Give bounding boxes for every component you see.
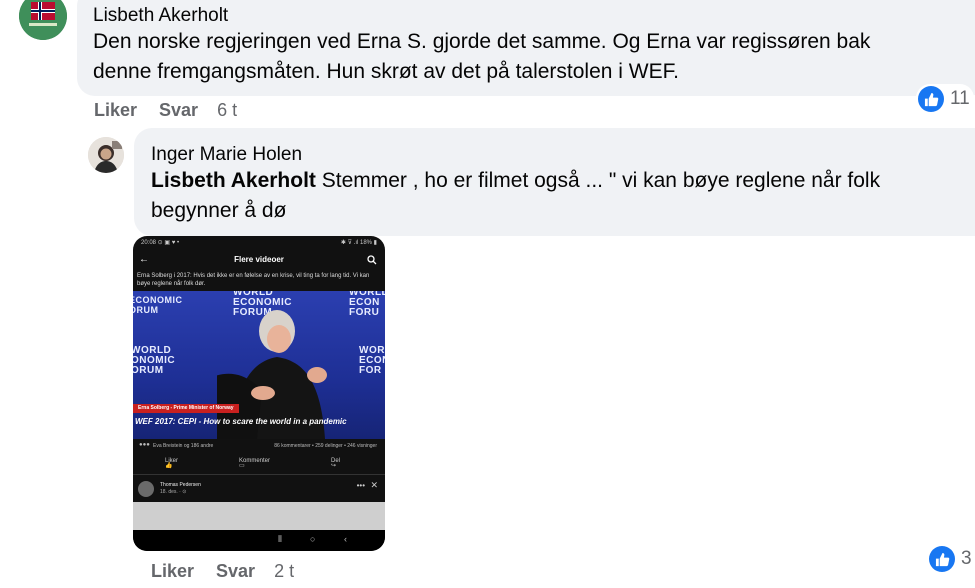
reply-bubble-inger: Inger Marie Holen Lisbeth Akerholt Stemm…	[134, 128, 975, 236]
post-stats: ●●● Eva Breistein og 186 andre 86 kommen…	[137, 441, 381, 453]
recents-icon[interactable]: ⦀	[278, 534, 282, 545]
attached-screenshot[interactable]: 20:08 ⊙ ▣ ♥ • ✱ ⊽ .ıl 18% ▮ ← Flere vide…	[133, 236, 385, 551]
commenter-avatar	[138, 481, 154, 497]
norway-flag-avatar-icon	[19, 0, 67, 40]
more-options-icon[interactable]: •••	[357, 481, 365, 490]
search-icon	[367, 255, 377, 265]
thumb-icon: 👍	[165, 463, 173, 469]
comment-actions: Liker Svar 6 t	[94, 100, 237, 121]
back-icon[interactable]: ‹	[344, 534, 347, 544]
reply-author[interactable]: Inger Marie Holen	[151, 144, 302, 166]
commenter-time: 18. des. · ⊙	[160, 489, 187, 495]
reply-reply-button[interactable]: Svar	[216, 561, 255, 582]
like-icon	[918, 86, 944, 112]
phone-like-button[interactable]: 👍 Liker	[165, 458, 178, 469]
comment-time[interactable]: 6 t	[217, 100, 237, 121]
phone-caption: Erna Solberg i 2017: Hvis det ikke er en…	[137, 273, 370, 287]
wef-logo-left: ECONOMICORUM	[133, 295, 183, 315]
phone-header: ← Flere videoer	[133, 250, 385, 270]
stats-left: Eva Breistein og 186 andre	[153, 443, 214, 449]
reaction-count: 11	[950, 88, 970, 109]
avatar-lisbeth[interactable]	[19, 0, 67, 40]
phone-share-button[interactable]: ↪ Del	[331, 458, 340, 469]
reply-time[interactable]: 2 t	[274, 561, 294, 582]
like-button[interactable]: Liker	[94, 100, 137, 121]
reaction-summary[interactable]: 11	[916, 84, 974, 114]
reply-actions: Liker Svar 2 t	[151, 561, 294, 582]
status-left: 20:08 ⊙ ▣ ♥ •	[141, 240, 180, 246]
lower-third-title: WEF 2017: CEPI - How to scare the world …	[135, 417, 347, 426]
close-icon[interactable]: ✕	[370, 480, 378, 491]
phone-status-bar: 20:08 ⊙ ▣ ♥ • ✱ ⊽ .ıl 18% ▮	[133, 236, 385, 248]
post-actions: 👍 Liker ▭ Kommenter ↪ Del	[133, 454, 385, 472]
reply-button[interactable]: Svar	[159, 100, 198, 121]
status-right: ✱ ⊽ .ıl 18% ▮	[340, 240, 377, 246]
stats-right: 86 kommentarer • 259 delinger • 246 visn…	[274, 443, 377, 449]
phone-comment-row: Thomas Pedersen 18. des. · ⊙ ••• ✕	[133, 477, 385, 501]
comment-bubble-lisbeth: Lisbeth Akerholt Den norske regjeringen …	[77, 0, 975, 96]
comment-text: Den norske regjeringen ved Erna S. gjord…	[93, 30, 871, 83]
lower-third-name: Erna Solberg - Prime Minister of Norway	[133, 404, 239, 413]
reaction-emojis-icon: ●●●	[139, 442, 150, 448]
back-arrow-icon: ←	[139, 254, 149, 265]
wef-logo-right-2: WORECONFOR	[359, 345, 385, 376]
android-nav-bar: ⦀ ○ ‹	[133, 530, 385, 551]
share-icon: ↪	[331, 463, 337, 469]
reply-like-button[interactable]: Liker	[151, 561, 194, 582]
video-frame[interactable]: ECONOMICORUM WORLDECONOMICFORUM WORLDECO…	[133, 291, 385, 439]
profile-photo-icon	[88, 137, 124, 173]
wef-logo-left-2: WORLD ONOMIC ORUM	[133, 345, 176, 376]
home-icon[interactable]: ○	[310, 534, 315, 544]
divider	[133, 474, 385, 475]
avatar-inger[interactable]	[88, 137, 124, 173]
phone-comment-button[interactable]: ▭ Kommenter	[239, 458, 270, 469]
reply-reaction-count: 3	[961, 548, 972, 569]
like-icon	[929, 546, 955, 572]
comment-icon: ▭	[239, 463, 245, 469]
phone-header-title: Flere videoer	[234, 255, 284, 264]
reply-text: Lisbeth Akerholt Stemmer , ho er filmet …	[151, 166, 951, 226]
commenter-name: Thomas Pedersen	[160, 482, 201, 488]
phone-gray-area	[133, 502, 385, 530]
comment-author[interactable]: Lisbeth Akerholt	[93, 5, 228, 27]
reply-reaction-summary[interactable]: 3	[927, 544, 975, 574]
mention-link[interactable]: Lisbeth Akerholt	[151, 169, 316, 192]
wef-logo-right: WORLDECONFORU	[349, 291, 385, 318]
